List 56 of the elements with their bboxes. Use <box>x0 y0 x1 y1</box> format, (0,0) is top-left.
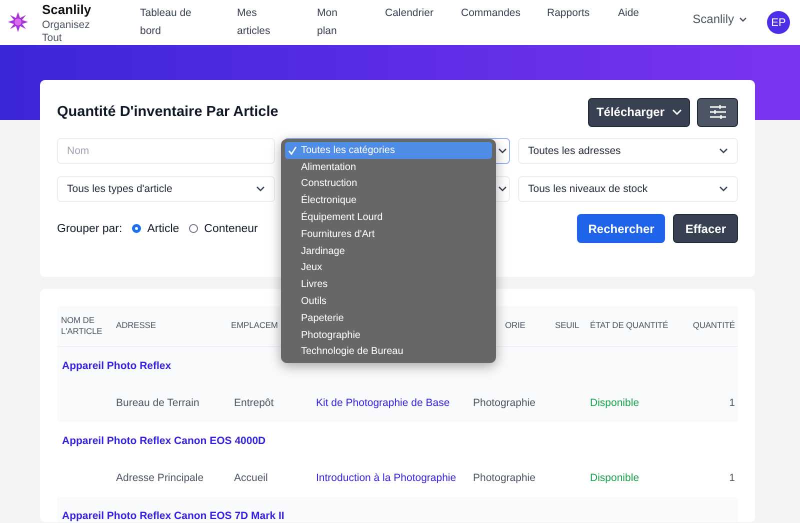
nav-link[interactable]: Aide <box>618 0 640 40</box>
item-link[interactable]: Appareil Photo Reflex Canon EOS 4000D <box>62 434 266 446</box>
group-by-label: Grouper par: <box>57 222 122 234</box>
report-title: Quantité D'inventaire Par Article <box>57 104 280 120</box>
menu-item[interactable]: Technologie de Bureau <box>285 344 492 360</box>
nav-link[interactable]: Mon plan <box>317 0 352 40</box>
menu-item[interactable]: Papeterie <box>285 310 492 327</box>
item-link[interactable]: Appareil Photo Reflex <box>62 360 172 372</box>
menu-item[interactable]: Photographie <box>285 326 492 344</box>
menu-item[interactable]: Électronique <box>285 192 492 210</box>
nav-link[interactable]: Mes articles <box>237 0 282 40</box>
menu-item[interactable]: Fournitures d'Art <box>285 226 492 243</box>
brand-tagline: Organisez Tout <box>42 19 91 45</box>
brand-name: Scanlily <box>42 2 92 17</box>
table-cell: Adresse Principale <box>116 472 204 484</box>
column-header: ORIE <box>505 320 526 330</box>
table-cell: Accueil <box>234 472 268 484</box>
item-type-select[interactable]: Tous les types d'article <box>57 176 275 202</box>
menu-item[interactable]: Alimentation <box>285 158 492 176</box>
search-button[interactable]: Rechercher <box>577 214 666 243</box>
menu-item[interactable]: Construction <box>285 176 492 192</box>
container-link[interactable]: Introduction à la Photographie <box>316 472 456 484</box>
menu-item[interactable]: Outils <box>285 293 492 310</box>
menu-item[interactable]: Jeux <box>285 260 492 276</box>
stock-level-select[interactable]: Tous les niveaux de stock <box>518 176 738 202</box>
table-cell: 1 <box>729 472 735 484</box>
nav-link[interactable]: Calendrier <box>385 0 461 40</box>
nav-link[interactable]: Rapports <box>547 0 618 40</box>
table-cell: Entrepôt <box>234 397 274 409</box>
table-cell: Photographie <box>473 472 536 484</box>
container-link[interactable]: Kit de Photographie de Base <box>316 397 450 409</box>
column-header: EMPLACEM <box>231 320 278 330</box>
account-menu[interactable]: Scanlily <box>692 12 747 26</box>
download-button[interactable]: Télécharger <box>588 98 690 126</box>
nav-link[interactable]: Tableau de bord <box>140 0 202 40</box>
column-header: ÉTAT DE QUANTITÉ <box>590 320 668 330</box>
item-link[interactable]: Appareil Photo Reflex Canon EOS 7D Mark II <box>62 510 284 522</box>
menu-item[interactable]: Livres <box>285 276 492 294</box>
table-cell: 1 <box>729 397 735 409</box>
address-select[interactable]: Toutes les adresses <box>518 138 738 164</box>
clear-button[interactable]: Effacer <box>673 214 738 243</box>
column-header: ADRESSE <box>116 320 156 330</box>
group-by-radio[interactable]: Conteneur <box>189 222 258 234</box>
column-header: NOM DE L'ARTICLE <box>61 314 102 336</box>
table-cell: Bureau de Terrain <box>116 397 200 409</box>
menu-item[interactable]: Jardinage <box>285 242 492 260</box>
column-header: SEUIL <box>555 320 580 330</box>
name-field[interactable]: Nom <box>57 138 275 164</box>
menu-item[interactable]: Équipement Lourd <box>285 209 492 226</box>
status-text: Disponible <box>590 397 640 409</box>
group-by-radio[interactable]: Article <box>132 222 180 234</box>
status-text: Disponible <box>590 472 640 484</box>
table-cell: Photographie <box>473 397 536 409</box>
user-avatar[interactable]: EP <box>767 11 790 34</box>
column-header: QUANTITÉ <box>692 320 735 330</box>
nav-link[interactable]: Commandes <box>461 0 547 40</box>
